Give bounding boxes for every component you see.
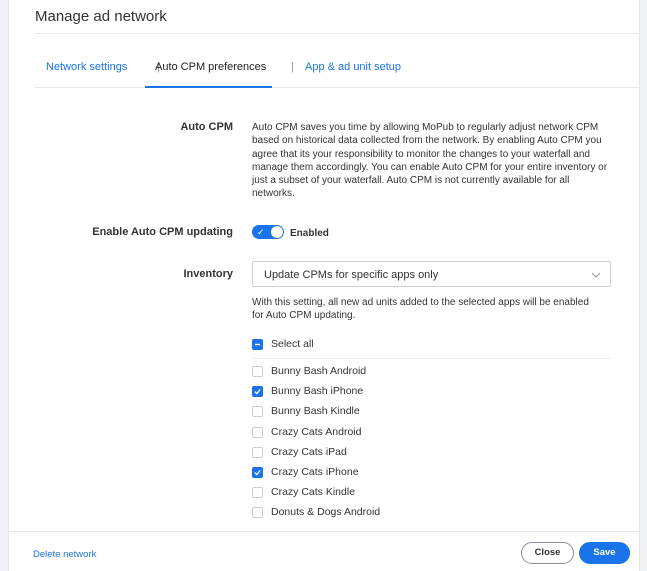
manage-ad-network-modal: Manage ad network Network settings | Aut… bbox=[8, 0, 640, 571]
inventory-label: Inventory bbox=[183, 268, 233, 280]
checkbox-icon bbox=[252, 446, 263, 458]
tab-network-settings[interactable]: Network settings bbox=[46, 61, 127, 73]
checkbox-icon bbox=[252, 366, 263, 377]
toggle-knob bbox=[271, 226, 283, 238]
minus-icon bbox=[252, 339, 263, 350]
check-icon bbox=[252, 386, 263, 398]
enable-auto-cpm-label: Enable Auto CPM updating bbox=[92, 226, 233, 238]
select-all-label: Select all bbox=[271, 338, 314, 350]
tab-auto-cpm-preferences[interactable]: Auto CPM preferences bbox=[155, 61, 266, 73]
app-checkbox-label: Crazy Cats Android bbox=[271, 425, 362, 438]
inventory-select[interactable]: Update CPMs for specific apps only bbox=[252, 261, 611, 287]
app-checkbox-label: Bunny Bash Android bbox=[271, 365, 367, 377]
modal-footer: Delete network Close Save bbox=[9, 531, 639, 571]
app-checkbox-label: Crazy Cats iPad bbox=[271, 445, 347, 458]
checkbox-icon bbox=[252, 406, 263, 418]
inventory-selected-value: Update CPMs for specific apps only bbox=[264, 269, 439, 281]
checkbox-icon bbox=[252, 507, 263, 519]
app-checkbox-label: Bunny Bash iPhone bbox=[271, 385, 364, 398]
modal-title: Manage ad network bbox=[35, 8, 167, 25]
auto-cpm-description: Auto CPM saves you time by allowing MoPu… bbox=[252, 122, 608, 200]
app-checkbox-label: Bunny Bash Kindle bbox=[271, 405, 360, 418]
app-checkbox-label: Crazy Cats Kindle bbox=[271, 486, 356, 499]
check-icon bbox=[252, 467, 263, 478]
auto-cpm-label: Auto CPM bbox=[180, 121, 233, 133]
list-divider bbox=[252, 358, 611, 359]
app-checkbox-label: Crazy Cats iPhone bbox=[271, 466, 359, 478]
close-button[interactable]: Close bbox=[521, 542, 574, 564]
chevron-down-icon bbox=[591, 272, 601, 278]
tab-app-ad-unit-setup[interactable]: App & ad unit setup bbox=[305, 61, 401, 73]
title-divider bbox=[35, 33, 639, 34]
inventory-note: With this setting, all new ad units adde… bbox=[252, 297, 589, 322]
enable-auto-cpm-toggle[interactable]: ✓ bbox=[252, 225, 284, 239]
check-icon: ✓ bbox=[257, 227, 265, 237]
tab-bar: Network settings | Auto CPM preferences … bbox=[35, 55, 639, 88]
active-tab-indicator bbox=[145, 86, 272, 88]
tab-separator: | bbox=[291, 61, 294, 73]
toggle-status-text: Enabled bbox=[290, 228, 329, 239]
save-button[interactable]: Save bbox=[579, 542, 630, 564]
checkbox-icon bbox=[252, 487, 263, 499]
checkbox-icon bbox=[252, 426, 263, 438]
delete-network-link[interactable]: Delete network bbox=[33, 549, 96, 560]
app-checkbox-label: Donuts & Dogs Android bbox=[271, 506, 381, 519]
